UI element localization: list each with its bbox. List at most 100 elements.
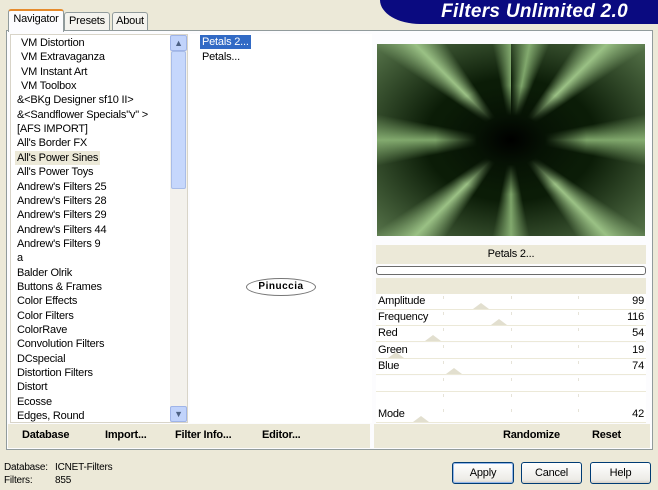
- slider-thumb[interactable]: [412, 416, 429, 422]
- slider-thumb[interactable]: [472, 303, 489, 309]
- category-item[interactable]: Distortion Filters: [15, 366, 95, 380]
- category-item[interactable]: VM Toolbox: [19, 79, 78, 93]
- slider-label: Red: [378, 327, 398, 339]
- slider-tick: [511, 378, 512, 381]
- slider-mode[interactable]: Mode 42: [376, 407, 646, 423]
- slider-thumb[interactable]: [490, 319, 507, 325]
- slider-amplitude[interactable]: Amplitude 99: [376, 294, 646, 310]
- slider-tick: [578, 345, 579, 348]
- category-item[interactable]: VM Instant Art: [19, 65, 89, 79]
- help-button[interactable]: Help: [590, 462, 651, 484]
- slider-frequency[interactable]: Frequency 116: [376, 310, 646, 326]
- tab-navigator[interactable]: Navigator: [8, 9, 64, 32]
- slider-tick: [578, 409, 579, 412]
- spacer: [376, 278, 646, 294]
- slider-value: 42: [632, 408, 644, 420]
- category-item[interactable]: Andrew's Filters 44: [15, 223, 108, 237]
- category-item[interactable]: Andrew's Filters 9: [15, 237, 102, 251]
- database-label: Database:: [4, 462, 48, 473]
- slider-tick: [443, 328, 444, 331]
- category-item[interactable]: &<BKg Designer sf10 II>: [15, 93, 135, 107]
- slider-tick: [511, 328, 512, 331]
- slider-tick: [443, 345, 444, 348]
- category-list[interactable]: VM Distortion VM Extravaganza VM Instant A…: [10, 34, 188, 423]
- slider-tick: [443, 409, 444, 412]
- watermark-pinuccia: Pinuccia: [246, 278, 316, 296]
- import-button[interactable]: Import...: [105, 429, 147, 441]
- slider-tick: [578, 361, 579, 364]
- randomize-button[interactable]: Randomize: [503, 429, 560, 441]
- category-item[interactable]: DCspecial: [15, 352, 67, 366]
- slider-tick: [511, 345, 512, 348]
- category-item[interactable]: [AFS IMPORT]: [15, 122, 90, 136]
- category-item[interactable]: Buttons & Frames: [15, 280, 104, 294]
- slider-thumb[interactable]: [446, 368, 463, 374]
- slider-tick: [511, 361, 512, 364]
- slider-blue[interactable]: Blue 74: [376, 359, 646, 375]
- slider-tick: [443, 378, 444, 381]
- slider-value: 54: [632, 327, 644, 339]
- category-item[interactable]: All's Power Sines: [15, 150, 101, 165]
- database-button[interactable]: Database: [22, 429, 70, 441]
- slider-tick: [578, 328, 579, 331]
- progress-bar: [376, 266, 646, 275]
- apply-button[interactable]: Apply: [452, 462, 514, 484]
- database-value: ICNET-Filters: [55, 462, 113, 473]
- tab-about[interactable]: About: [112, 12, 148, 31]
- category-item[interactable]: Color Filters: [15, 309, 76, 323]
- category-item[interactable]: ColorRave: [15, 323, 69, 337]
- slider-label: Frequency: [378, 311, 429, 323]
- slider-tick: [443, 312, 444, 315]
- preview-image: [377, 44, 645, 236]
- category-item[interactable]: All's Power Toys: [15, 165, 95, 179]
- slider-red[interactable]: Red 54: [376, 326, 646, 342]
- filter-list[interactable]: Petals 2... Petals...: [190, 34, 372, 423]
- category-item[interactable]: Andrew's Filters 29: [15, 208, 108, 222]
- category-item[interactable]: All's Border FX: [15, 136, 89, 150]
- slider-empty: [376, 376, 646, 392]
- scroll-up-icon[interactable]: ▲: [170, 35, 187, 51]
- slider-green[interactable]: Green 19: [376, 343, 646, 359]
- slider-tick: [578, 394, 579, 397]
- navigator-button-bar: Database Import... Filter Info... Editor…: [8, 424, 370, 448]
- filters-count-label: Filters:: [4, 475, 33, 486]
- filter-item[interactable]: Petals...: [200, 50, 242, 64]
- slider-thumb[interactable]: [388, 352, 405, 358]
- category-item[interactable]: Andrew's Filters 25: [15, 180, 108, 194]
- scroll-down-icon[interactable]: ▼: [170, 406, 187, 422]
- category-item[interactable]: VM Distortion: [19, 36, 86, 50]
- slider-label: Blue: [378, 360, 400, 372]
- filter-info-button[interactable]: Filter Info...: [175, 429, 232, 441]
- slider-value: 116: [627, 311, 644, 323]
- category-item[interactable]: Color Effects: [15, 294, 79, 308]
- category-item[interactable]: a: [15, 251, 25, 265]
- slider-tick: [511, 394, 512, 397]
- slider-tick: [511, 409, 512, 412]
- slider-label: Mode: [378, 408, 405, 420]
- category-item[interactable]: Edges, Round: [15, 409, 86, 423]
- filters-count-value: 855: [55, 475, 72, 486]
- tab-presets[interactable]: Presets: [64, 12, 110, 31]
- slider-tick: [443, 361, 444, 364]
- category-item[interactable]: Ecosse: [15, 395, 54, 409]
- category-item[interactable]: Distort: [15, 380, 49, 394]
- editor-button[interactable]: Editor...: [262, 429, 301, 441]
- scrollbar-thumb[interactable]: [171, 51, 186, 189]
- slider-tick: [511, 296, 512, 299]
- category-item[interactable]: Convolution Filters: [15, 337, 106, 351]
- category-item[interactable]: VM Extravaganza: [19, 50, 107, 64]
- slider-value: 74: [632, 360, 644, 372]
- slider-tick: [578, 312, 579, 315]
- reset-button[interactable]: Reset: [592, 429, 621, 441]
- filter-item[interactable]: Petals 2...: [200, 35, 251, 49]
- filter-name-label: Petals 2...: [376, 245, 646, 264]
- category-item[interactable]: Balder Olrik: [15, 266, 74, 280]
- category-scrollbar[interactable]: ▲ ▼: [170, 35, 187, 422]
- category-item[interactable]: Andrew's Filters 28: [15, 194, 108, 208]
- slider-thumb[interactable]: [425, 335, 442, 341]
- category-item[interactable]: &<Sandflower Specials"v" >: [15, 108, 150, 122]
- slider-tick: [443, 394, 444, 397]
- cancel-button[interactable]: Cancel: [521, 462, 582, 484]
- slider-tick: [443, 296, 444, 299]
- slider-empty: [376, 392, 646, 408]
